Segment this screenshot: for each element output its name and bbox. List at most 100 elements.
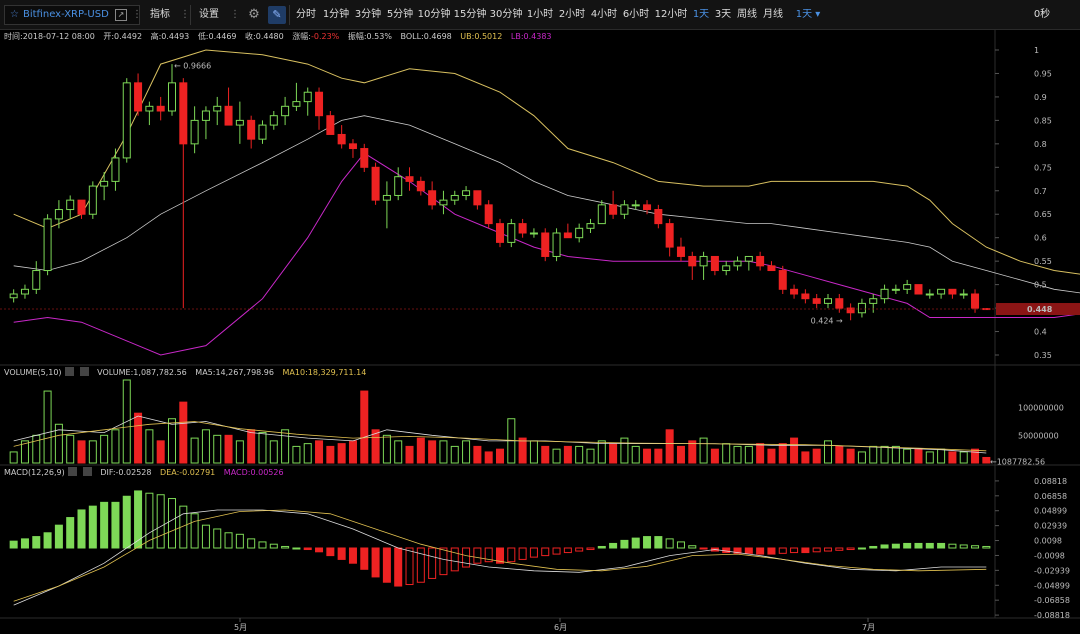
candle-body — [213, 105, 222, 112]
chart-canvas[interactable]: 10.950.90.850.80.750.70.650.60.550.50.45… — [0, 0, 1080, 634]
candle-body — [518, 223, 527, 234]
macd-bar — [450, 547, 459, 572]
macd-tick-label: 0.02939 — [1034, 522, 1067, 531]
time-tick-label: 5月 — [234, 623, 247, 632]
candle-body — [303, 91, 312, 103]
candle-body — [756, 255, 765, 267]
volume-bar — [778, 443, 787, 464]
candle-body — [439, 199, 448, 206]
candle-body — [134, 82, 143, 112]
volume-bar — [88, 440, 97, 464]
volume-bar — [405, 445, 414, 464]
macd-bar — [790, 547, 799, 554]
volume-bar — [575, 445, 584, 464]
macd-bar — [156, 494, 165, 549]
low-price-marker: 0.424 → — [811, 316, 843, 325]
candle-body — [88, 185, 97, 215]
macd-tick-label: 0.06858 — [1034, 492, 1067, 501]
candle-body — [959, 293, 968, 296]
candle-body — [880, 288, 889, 300]
macd-bar — [654, 536, 663, 549]
macd-bar — [247, 538, 256, 549]
candle-body — [903, 284, 912, 290]
volume-bar — [428, 440, 437, 464]
macd-bar — [699, 547, 708, 550]
volume-bar — [462, 440, 471, 464]
price-tick-label: 0.55 — [1034, 257, 1052, 266]
macd-bar — [767, 547, 776, 555]
macd-bar — [190, 513, 199, 549]
volume-bar — [43, 390, 52, 464]
candle-body — [484, 204, 493, 225]
volume-bar — [801, 451, 810, 464]
macd-bar — [269, 543, 278, 549]
volume-bar — [518, 437, 527, 464]
candle-body — [156, 105, 165, 112]
candle-body — [122, 82, 131, 159]
candle-body — [710, 255, 719, 272]
macd-bar — [982, 545, 991, 549]
volume-bar — [303, 443, 312, 464]
macd-bar — [20, 538, 29, 549]
macd-bar — [835, 547, 844, 551]
volume-bar — [337, 443, 346, 464]
volume-bar — [710, 448, 719, 464]
macd-tick-label: 0.0098 — [1034, 537, 1062, 546]
candle-body — [586, 223, 595, 229]
volume-bar — [948, 451, 957, 464]
macd-bar — [518, 547, 527, 560]
macd-bar — [552, 547, 561, 555]
volume-bar — [903, 448, 912, 464]
volume-bar — [281, 429, 290, 464]
candle-body — [722, 265, 731, 272]
macd-tick-label: 0.04899 — [1034, 507, 1067, 516]
candle-body — [835, 298, 844, 309]
candle-body — [32, 270, 41, 290]
macd-bar — [903, 542, 912, 549]
macd-bar — [134, 490, 143, 549]
high-price-marker: ← 0.9666 — [174, 62, 211, 71]
volume-bar — [495, 448, 505, 464]
macd-bar — [575, 547, 584, 552]
macd-bar — [405, 547, 414, 586]
volume-bar — [326, 445, 335, 464]
volume-bar — [857, 451, 866, 464]
volume-bar — [620, 437, 629, 464]
boll-mid-line — [13, 115, 1080, 294]
candle-body — [281, 105, 290, 117]
volume-bar — [315, 440, 324, 464]
candle-body — [620, 204, 629, 215]
macd-bar — [857, 547, 866, 550]
volume-bar — [439, 440, 448, 464]
volume-bar — [224, 434, 233, 464]
volume-bar — [654, 448, 663, 464]
macd-bar — [281, 545, 290, 549]
macd-bar — [235, 533, 244, 549]
macd-bar — [586, 547, 595, 551]
macd-bar — [439, 547, 448, 576]
macd-bar — [9, 540, 18, 549]
candle-body — [43, 218, 52, 272]
macd-bar — [54, 524, 63, 549]
volume-current-label: ←1087782.56 — [990, 457, 1045, 466]
macd-bar — [111, 501, 120, 549]
macd-tick-label: -0.02939 — [1034, 566, 1070, 575]
volume-bar — [552, 448, 561, 464]
macd-bar — [394, 547, 403, 587]
volume-bar — [541, 445, 550, 464]
candle-body — [631, 204, 640, 207]
macd-bar — [167, 498, 177, 549]
candle-body — [9, 293, 18, 299]
macd-bar — [348, 547, 357, 564]
volume-bar — [891, 445, 900, 464]
candle-body — [66, 199, 75, 211]
candle-body — [77, 199, 86, 215]
volume-bar — [722, 443, 731, 464]
macd-bar — [43, 532, 52, 549]
macd-bar — [507, 547, 516, 563]
volume-bar — [869, 445, 878, 464]
candle-body — [971, 293, 980, 309]
candle-body — [450, 194, 459, 201]
price-tick-label: 1 — [1034, 46, 1039, 55]
volume-bar — [156, 440, 165, 464]
